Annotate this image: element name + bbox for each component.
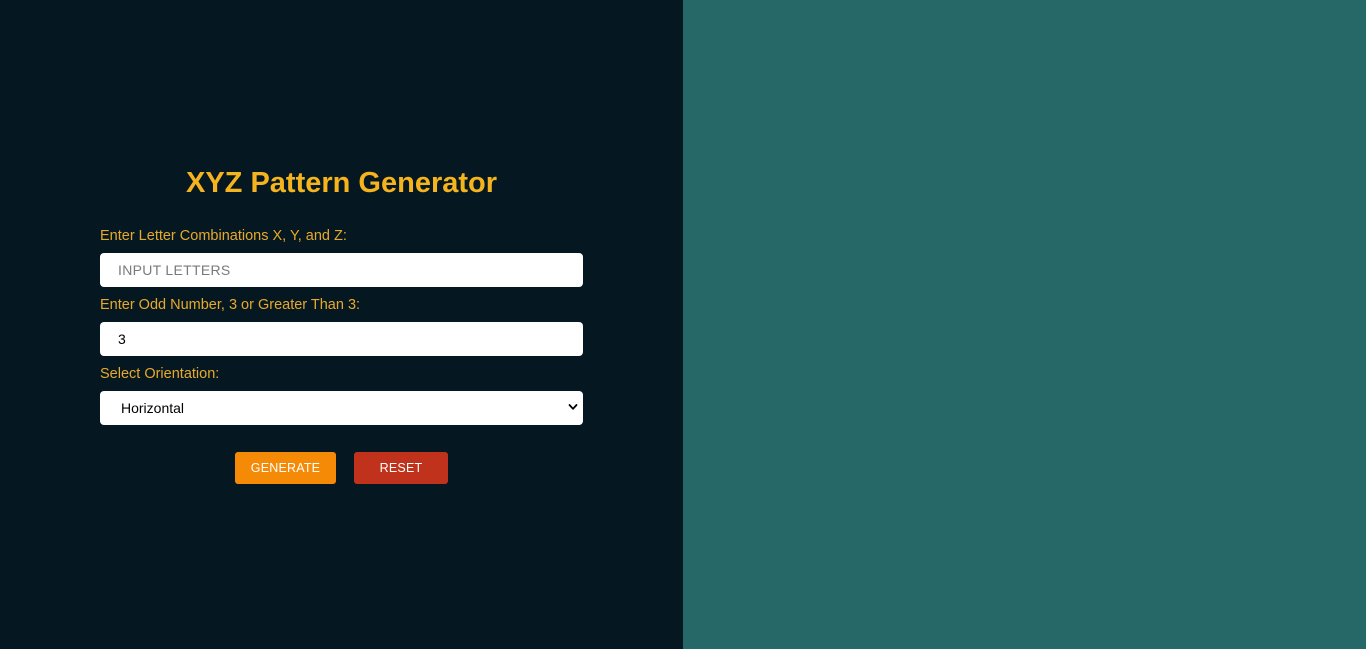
pattern-form: XYZ Pattern Generator Enter Letter Combi… xyxy=(100,165,583,484)
output-panel xyxy=(683,0,1366,649)
page-title: XYZ Pattern Generator xyxy=(185,167,498,199)
form-actions: GENERATE RESET xyxy=(100,452,583,484)
chevron-down-icon xyxy=(568,404,578,410)
orientation-select[interactable]: Horizontal xyxy=(100,391,583,425)
generate-button[interactable]: GENERATE xyxy=(235,452,336,484)
letters-label: Enter Letter Combinations X, Y, and Z: xyxy=(100,228,347,244)
letters-input[interactable] xyxy=(100,253,583,287)
orientation-selected-value: Horizontal xyxy=(121,400,185,416)
reset-button[interactable]: RESET xyxy=(354,452,448,484)
number-input[interactable] xyxy=(100,322,583,356)
page: XYZ Pattern Generator Enter Letter Combi… xyxy=(0,0,1366,649)
form-panel: XYZ Pattern Generator Enter Letter Combi… xyxy=(0,0,683,649)
orientation-label: Select Orientation: xyxy=(100,366,220,382)
number-label: Enter Odd Number, 3 or Greater Than 3: xyxy=(100,297,361,313)
